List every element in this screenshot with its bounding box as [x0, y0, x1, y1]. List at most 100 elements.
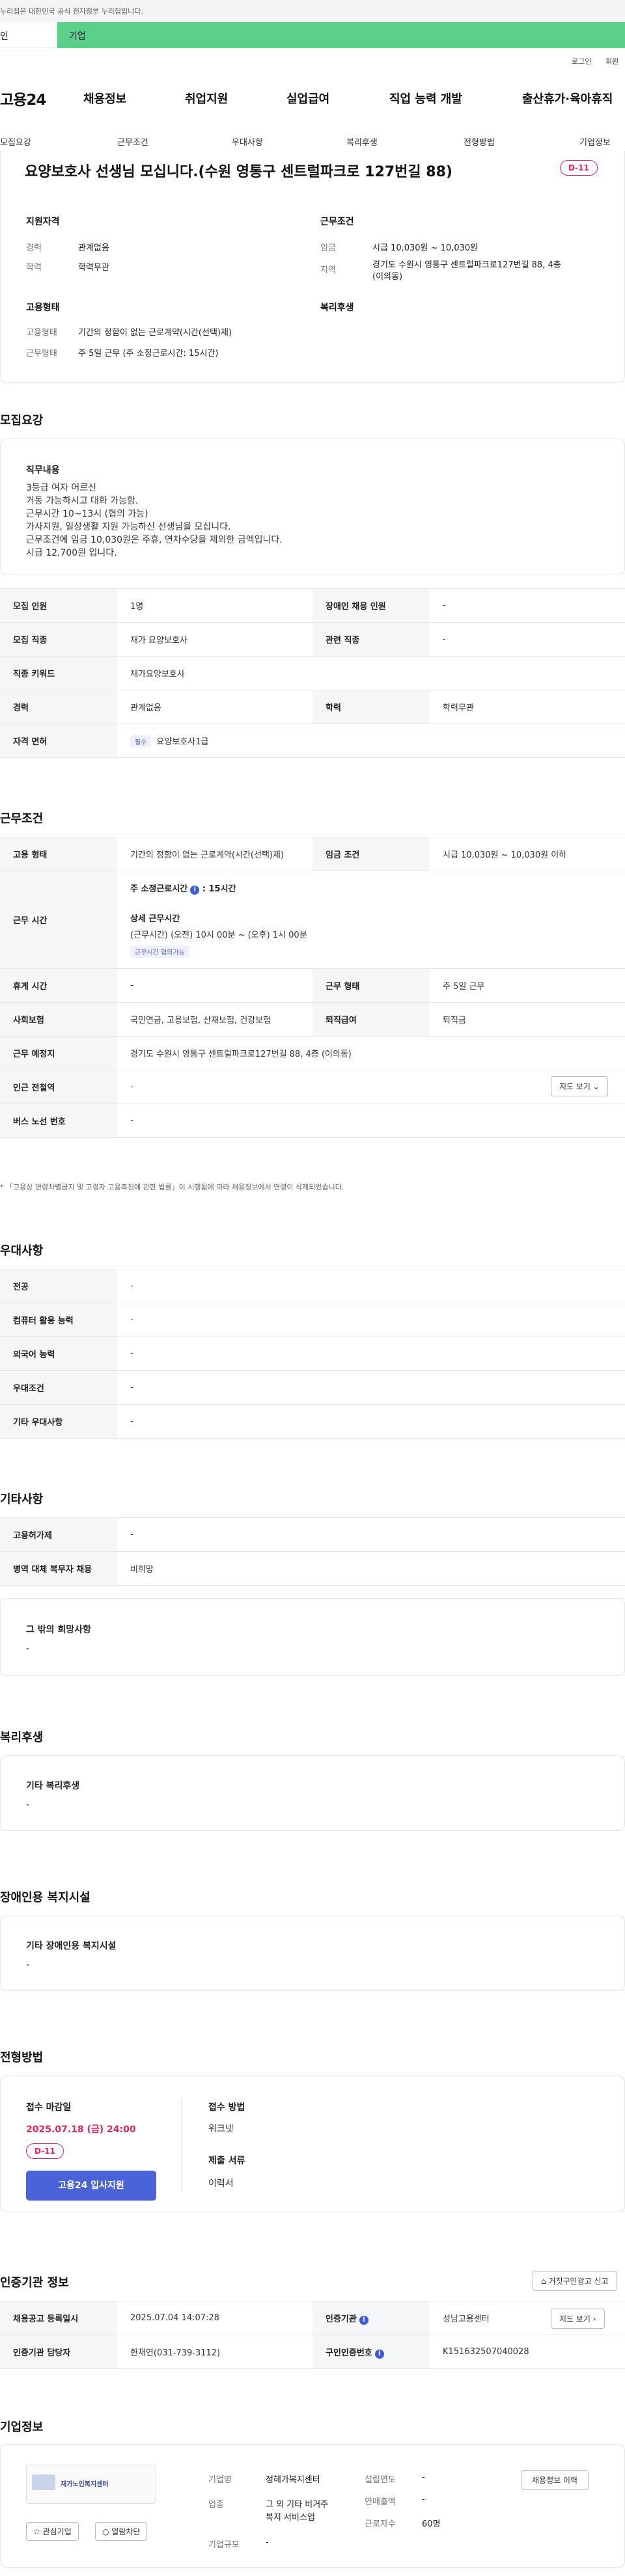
info-icon[interactable]: i	[359, 2315, 368, 2325]
disabled-facility-value: -	[26, 1960, 30, 1970]
duty-line: 시급 12,700원 입니다.	[26, 548, 117, 558]
info-icon[interactable]: i	[190, 886, 200, 895]
nav-job-info[interactable]: 채용정보	[83, 90, 126, 107]
table-row: 병역 대체 복무자 채용 비희망	[0, 1551, 625, 1586]
license-value: 요양보호사1급	[156, 737, 209, 747]
welfare-section-title: 복리후생	[0, 1731, 44, 1744]
wage-key: 임금	[320, 243, 336, 253]
weekly-hours: 주 소정근로시간 i : 15시간	[130, 882, 612, 895]
info-icon[interactable]: i	[374, 2349, 384, 2359]
recruit-table: 모집 인원 1명 장애인 채용 인원 - 모집 직종 재가 요양보호사 관련 직…	[0, 588, 625, 758]
nav-parental-leave[interactable]: 출산휴가·육아휴직	[522, 90, 613, 107]
retirement-value: 퇴직금	[430, 1002, 625, 1037]
permit-key: 고용허가제	[0, 1517, 117, 1552]
table-row: 전공 -	[0, 1269, 625, 1303]
work-form-key: 근무 형태	[312, 968, 430, 1003]
logo-text: 재가노인복지센터	[61, 2481, 109, 2488]
retirement-key: 퇴직급여	[312, 1002, 430, 1037]
company-name-value: 정혜가복지센터	[266, 2475, 320, 2485]
nav-employment-support[interactable]: 취업지원	[185, 90, 228, 107]
divider	[181, 2099, 182, 2190]
license-cell: 필수 요양보호사1급	[117, 724, 625, 758]
table-row: 채용공고 등록일시 2025.07.04 14:07:28 인증기관 i 성남고용…	[0, 2301, 625, 2335]
wage-cond-value: 시급 10,030원 ~ 10,030원 이하	[430, 837, 625, 871]
preference-table: 전공 - 컴퓨터 활용 능력 - 외국어 능력 - 우대조건 - 기타 우대사항 -	[0, 1269, 625, 1439]
tab-welfare[interactable]: 복리후생	[346, 135, 378, 148]
founded-value: -	[422, 2473, 425, 2482]
etc-pref-value: -	[117, 1404, 625, 1439]
agency-key: 인증기관 i	[312, 2301, 430, 2335]
qualification-heading: 지원자격	[26, 217, 60, 227]
table-row: 사회보험 국민연금, 고용보험, 산재보험, 건강보험 퇴직급여 퇴직금	[0, 1002, 625, 1037]
tab-recruit[interactable]: 모집요강	[0, 135, 31, 148]
logo-emblem-icon	[32, 2474, 55, 2490]
preference-section-title: 우대사항	[0, 1244, 44, 1258]
subway-value: -	[117, 1070, 625, 1104]
agency-map-button[interactable]: 지도 보기 ›	[551, 2309, 605, 2329]
cert-key-label: 구인인증번호	[326, 2348, 372, 2358]
tab-preference[interactable]: 우대사항	[232, 135, 263, 148]
rest-value: -	[117, 968, 312, 1003]
login-link[interactable]: 로그인	[572, 56, 591, 66]
negotiable-tag: 근무시간 협의가능	[130, 945, 189, 958]
wage-value: 시급 10,030원 ~ 10,030원	[372, 243, 479, 253]
table-row: 인증기관 담당자 한채연(031-739-3112) 구인인증번호 i K1516…	[0, 2335, 625, 2369]
tab-company[interactable]: 기업정보	[579, 135, 611, 148]
place-key: 근무 예정지	[0, 1036, 117, 1070]
report-button[interactable]: ⌂ 거짓구인광고 신고	[533, 2271, 617, 2291]
etc-pref-key: 기타 우대사항	[0, 1404, 117, 1439]
map-view-button[interactable]: 지도 보기 ⌄	[551, 1076, 608, 1096]
work-form-value: 주 5일 근무	[430, 968, 625, 1003]
insurance-key: 사회보험	[0, 1002, 117, 1037]
interest-company-button[interactable]: ☆ 관심기업	[26, 2522, 79, 2541]
wage-cond-key: 임금 조건	[312, 837, 430, 871]
area-key: 지역	[320, 265, 336, 275]
tab-conditions[interactable]: 근무조건	[117, 135, 148, 148]
company-size-value: -	[266, 2538, 269, 2547]
block-company-button[interactable]: ○ 열람차단	[95, 2522, 148, 2541]
table-row: 근무 예정지 경기도 수원시 영통구 센트럴파크로127번길 88, 4층 (이…	[0, 1036, 625, 1070]
education-value: 학력무관	[78, 263, 109, 273]
join-link[interactable]: 회원	[605, 56, 618, 66]
table-row: 경력 관계없음 학력 학력무관	[0, 690, 625, 724]
area-value-line2: (이의동)	[372, 272, 403, 282]
agency-section-title: 인증기관 정보	[0, 2276, 69, 2290]
welfare-heading: 복리후생	[320, 303, 354, 313]
dday-badge: D-11	[26, 2143, 64, 2159]
count-value: 1명	[117, 588, 312, 623]
apply-button[interactable]: 고용24 입사지원	[26, 2171, 156, 2201]
bus-key: 버스 노선 번호	[0, 1104, 117, 1138]
related-job-key: 관련 직종	[312, 622, 430, 657]
duty-line: 근무조건에 임금 10,030원은 주휴, 연차수당을 제외한 금액입니다.	[26, 535, 283, 545]
tab-personal[interactable]: 인	[0, 22, 57, 48]
table-row: 휴게 시간 - 근무 형태 주 5일 근무	[0, 968, 625, 1003]
nav-unemployment-benefit[interactable]: 실업급여	[286, 90, 329, 107]
tab-company[interactable]: 기업	[57, 22, 625, 48]
nav-job-training[interactable]: 직업 능력 개발	[389, 90, 462, 107]
work-form-value: 주 5일 근무 (주 소정근로시간: 15시간)	[78, 349, 219, 359]
site-logo[interactable]: 고용24	[0, 87, 46, 109]
hiring-history-button[interactable]: 채용정보 이력	[521, 2470, 589, 2490]
disabled-value: -	[430, 588, 625, 623]
job-title: 요양보호사 선생님 모십니다.(수원 영통구 센트럴파크로 127번길 88)	[25, 164, 452, 180]
table-row: 자격 면허 필수 요양보호사1급	[0, 724, 625, 758]
major-key: 전공	[0, 1269, 117, 1303]
detail-hours-value: (근무시간) (오전) 10시 00분 ~ (오후) 1시 00분	[130, 930, 307, 940]
table-row: 외국어 능력 -	[0, 1336, 625, 1371]
welfare-box	[0, 1756, 625, 1831]
global-nav: 고용24 채용정보 취업지원 실업급여 직업 능력 개발 출산휴가·육아휴직	[0, 87, 625, 113]
table-row: 우대조건 -	[0, 1370, 625, 1405]
career-value: 관계없음	[117, 690, 312, 724]
hope-label: 그 밖의 희망사항	[26, 1625, 91, 1635]
conditions-section-title: 근무조건	[0, 812, 44, 826]
tab-selection[interactable]: 전형방법	[464, 135, 495, 148]
dday-badge: D-11	[560, 160, 598, 176]
duty-line: 3등급 여자 어르신	[26, 483, 96, 493]
rest-key: 휴게 시간	[0, 968, 117, 1003]
detail-hours-label: 상세 근무시간	[130, 914, 180, 924]
education-key: 학력	[26, 263, 42, 273]
company-section-title: 기업정보	[0, 2420, 44, 2434]
employment-type-value: 기간의 정함이 없는 근로계약(시간(선택)제)	[78, 328, 232, 338]
duty-line: 근무시간 10~13시 (협의 가능)	[26, 509, 148, 519]
agency-key-label: 인증기관	[326, 2314, 357, 2324]
